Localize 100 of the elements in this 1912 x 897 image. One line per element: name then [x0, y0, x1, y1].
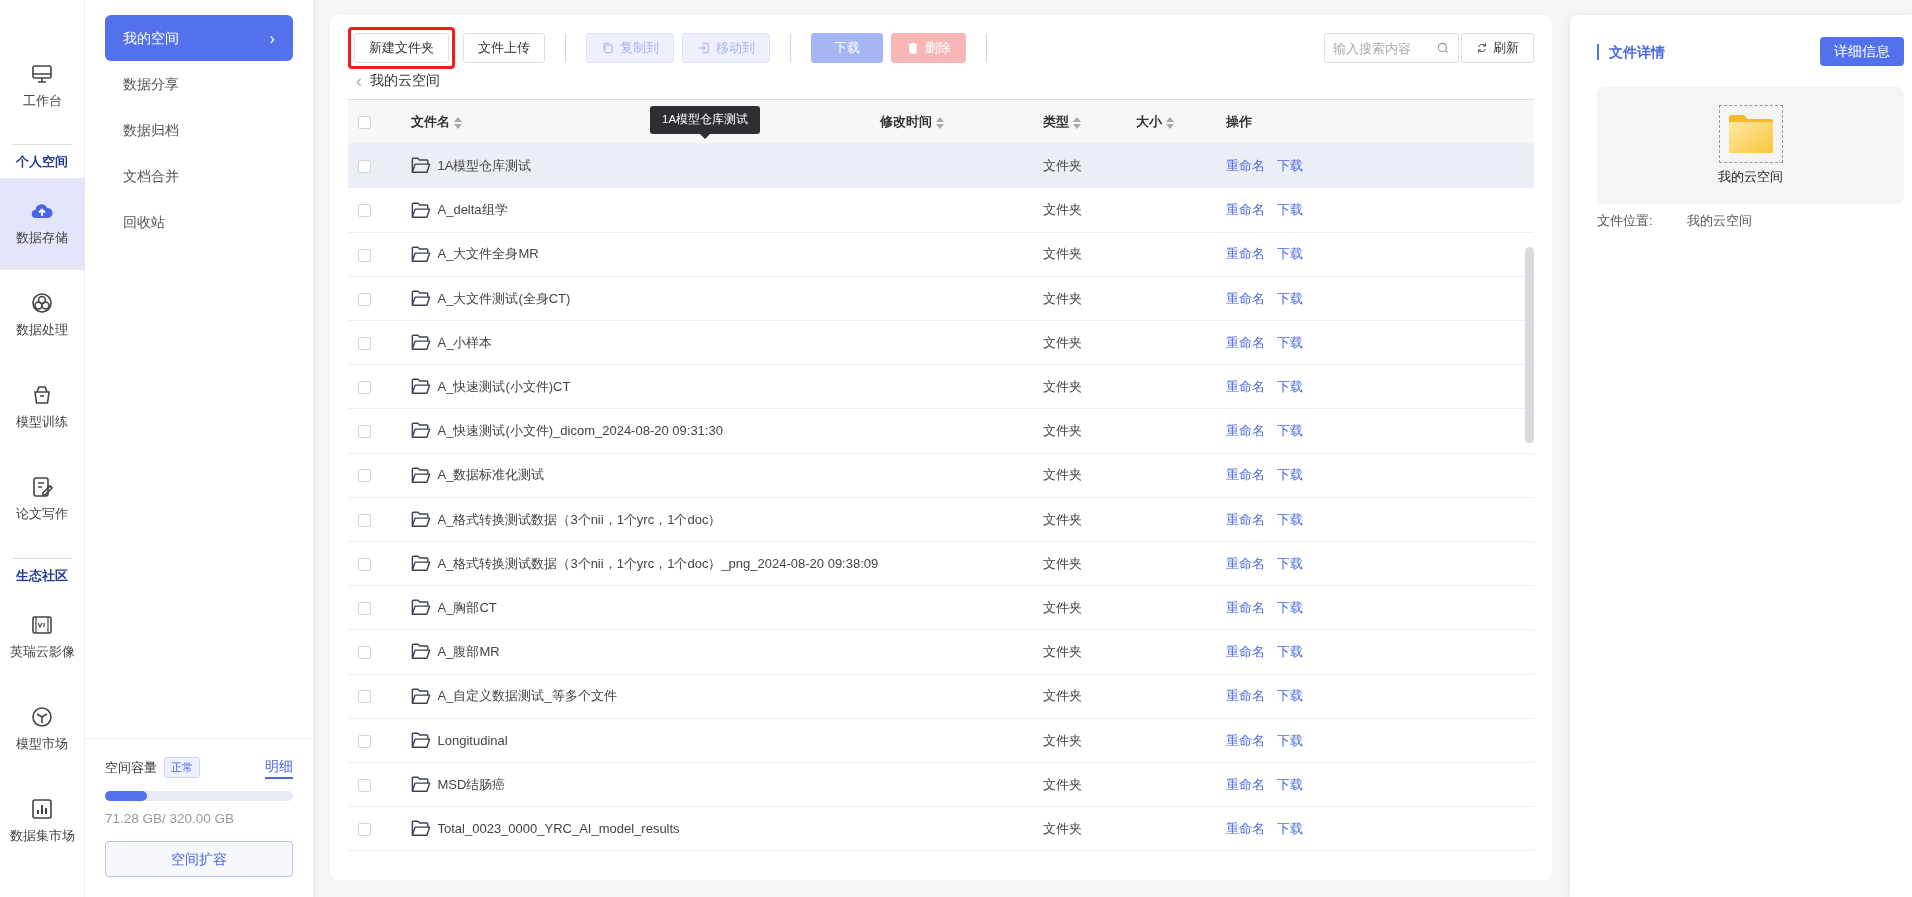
table-row[interactable]: Longitudinal 文件夹 重命名 下载 [348, 718, 1534, 763]
row-checkbox[interactable] [358, 336, 371, 350]
file-name[interactable]: A_胸部CT [437, 597, 497, 618]
search-field[interactable]: 输入搜索内容 [1324, 33, 1459, 63]
file-name[interactable]: Longitudinal [437, 730, 508, 751]
toolbar-button[interactable]: 文件上传 [463, 33, 545, 63]
action-link[interactable]: 下载 [1277, 688, 1304, 704]
action-link[interactable]: 下载 [1277, 334, 1304, 350]
nav-item[interactable]: 论文写作 [0, 453, 85, 546]
row-checkbox[interactable] [358, 602, 371, 616]
action-link[interactable]: 重命名 [1226, 334, 1266, 350]
nav-item[interactable]: 英瑞云影像 [0, 591, 85, 684]
toolbar-button[interactable]: 新建文件夹 [354, 33, 449, 63]
row-checkbox[interactable] [358, 822, 371, 836]
row-checkbox[interactable] [358, 557, 371, 571]
action-link[interactable]: 重命名 [1226, 732, 1266, 748]
column-header[interactable]: 类型 [1043, 114, 1082, 129]
table-row[interactable]: A_自定义数据测试_等多个文件 文件夹 重命名 下载 [348, 674, 1534, 719]
action-link[interactable]: 下载 [1277, 290, 1304, 306]
nav-item[interactable]: 工作台 [0, 40, 85, 132]
action-link[interactable]: 重命名 [1226, 820, 1266, 836]
row-checkbox[interactable] [358, 690, 371, 704]
table-row[interactable]: 1A模型仓库测试 文件夹 重命名 下载 [348, 143, 1534, 188]
row-checkbox[interactable] [358, 513, 371, 527]
file-name[interactable]: A_快速测试(小文件)_dicom_2024-08-20 09:31:30 [437, 421, 723, 441]
action-link[interactable]: 下载 [1277, 423, 1304, 439]
menu-item[interactable]: 回收站 [105, 199, 293, 245]
action-link[interactable]: 重命名 [1226, 644, 1266, 660]
row-checkbox[interactable] [358, 381, 371, 395]
action-link[interactable]: 重命名 [1226, 688, 1266, 704]
table-row[interactable]: A_格式转换测试数据（3个nii，1个yrc，1个doc）_png_2024-08-20 09:38:09 文件夹 重命名 下载 [348, 541, 1534, 586]
action-link[interactable]: 下载 [1277, 555, 1304, 571]
details-button[interactable]: 详细信息 [1820, 37, 1904, 66]
file-name[interactable]: A_小样本 [437, 332, 493, 353]
scrollbar-thumb[interactable] [1525, 247, 1534, 444]
action-link[interactable]: 下载 [1277, 644, 1304, 660]
table-row[interactable]: A_腹部MR 文件夹 重命名 下载 [348, 629, 1534, 674]
nav-item[interactable]: 模型训练 [0, 361, 85, 454]
menu-item[interactable]: 数据归档 [105, 107, 293, 153]
nav-item[interactable]: 模型市场 [0, 683, 85, 776]
select-all-checkbox[interactable] [358, 116, 371, 130]
table-row[interactable]: A_数据标准化测试 文件夹 重命名 下载 [348, 453, 1534, 498]
row-checkbox[interactable] [358, 292, 371, 306]
file-name[interactable]: A_大文件全身MR [437, 244, 539, 264]
action-link[interactable]: 重命名 [1226, 599, 1266, 615]
row-checkbox[interactable] [358, 204, 371, 218]
menu-item[interactable]: 数据分享 [105, 61, 293, 107]
table-row[interactable]: A_delta组学 文件夹 重命名 下载 [348, 187, 1534, 233]
file-name[interactable]: A_自定义数据测试_等多个文件 [437, 686, 617, 706]
action-link[interactable]: 重命名 [1226, 290, 1266, 306]
file-name[interactable]: A_delta组学 [437, 200, 508, 220]
file-name[interactable]: A_格式转换测试数据（3个nii，1个yrc，1个doc） [437, 509, 722, 530]
file-name[interactable]: Total_0023_0000_YRC_AI_model_results [437, 818, 680, 839]
action-link[interactable]: 重命名 [1226, 423, 1266, 439]
action-link[interactable]: 下载 [1277, 511, 1304, 527]
row-checkbox[interactable] [358, 778, 371, 792]
refresh-button[interactable]: 刷新 [1461, 33, 1534, 63]
row-checkbox[interactable] [358, 734, 371, 748]
column-header[interactable]: 大小 [1136, 114, 1175, 129]
action-link[interactable]: 重命名 [1226, 202, 1266, 218]
nav-item[interactable]: 数据存储 [0, 177, 85, 270]
file-name[interactable]: A_数据标准化测试 [437, 465, 545, 485]
action-link[interactable]: 重命名 [1226, 379, 1266, 395]
menu-item[interactable]: 我的空间 › [105, 15, 293, 61]
file-name[interactable]: A_快速测试(小文件)CT [437, 377, 571, 397]
row-checkbox[interactable] [358, 248, 371, 262]
action-link[interactable]: 下载 [1277, 158, 1304, 174]
row-checkbox[interactable] [358, 160, 371, 174]
table-row[interactable]: A_胸部CT 文件夹 重命名 下载 [348, 585, 1534, 630]
action-link[interactable]: 下载 [1277, 202, 1304, 218]
action-link[interactable]: 重命名 [1226, 246, 1266, 262]
table-row[interactable]: MSD结肠癌 文件夹 重命名 下载 [348, 762, 1534, 807]
action-link[interactable]: 重命名 [1226, 776, 1266, 792]
column-header[interactable]: 文件名 [411, 114, 462, 129]
action-link[interactable]: 下载 [1277, 732, 1304, 748]
action-link[interactable]: 下载 [1277, 467, 1304, 483]
detail-link[interactable]: 明细 [265, 756, 293, 779]
file-name[interactable]: A_腹部MR [437, 642, 500, 662]
row-checkbox[interactable] [358, 469, 371, 483]
file-name[interactable]: MSD结肠癌 [437, 774, 506, 795]
file-name[interactable]: 1A模型仓库测试 [437, 156, 532, 176]
action-link[interactable]: 重命名 [1226, 467, 1266, 483]
menu-item[interactable]: 文档合并 [105, 153, 293, 199]
action-link[interactable]: 下载 [1277, 379, 1304, 395]
table-row[interactable]: Total_0023_0000_YRC_AI_model_results 文件夹 重命名 下载 [348, 806, 1534, 851]
action-link[interactable]: 重命名 [1226, 511, 1266, 527]
file-name[interactable]: A_大文件测试(全身CT) [437, 288, 571, 309]
expand-button[interactable]: 空间扩容 [105, 841, 293, 877]
nav-item[interactable]: 数据集市场 [0, 775, 85, 868]
table-row[interactable]: A_格式转换测试数据（3个nii，1个yrc，1个doc） 文件夹 重命名 下载 [348, 497, 1534, 542]
action-link[interactable]: 重命名 [1226, 555, 1266, 571]
action-link[interactable]: 下载 [1277, 776, 1304, 792]
nav-item[interactable]: 数据处理 [0, 269, 85, 362]
action-link[interactable]: 下载 [1277, 820, 1304, 836]
row-checkbox[interactable] [358, 646, 371, 660]
action-link[interactable]: 下载 [1277, 246, 1304, 262]
row-checkbox[interactable] [358, 425, 371, 439]
file-name[interactable]: A_格式转换测试数据（3个nii，1个yrc，1个doc）_png_2024-08-20 09:38:09 [437, 553, 879, 574]
action-link[interactable]: 重命名 [1226, 158, 1266, 174]
action-link[interactable]: 下载 [1277, 599, 1304, 615]
